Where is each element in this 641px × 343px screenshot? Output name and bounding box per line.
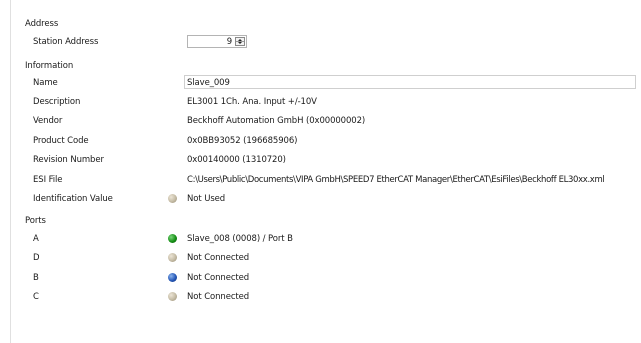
port-b-label: B <box>33 273 39 283</box>
revision-number-value: 0x00140000 (1310720) <box>187 155 286 165</box>
section-address-header: Address <box>25 19 59 29</box>
station-address-value: 9 <box>226 37 232 47</box>
circle-status-icon <box>168 234 177 243</box>
panel-left-border <box>10 0 11 343</box>
section-information-header: Information <box>25 61 74 71</box>
port-d-label: D <box>33 253 40 263</box>
info-esi-file-label: ESI File <box>33 175 63 185</box>
section-ports-header: Ports <box>25 216 46 226</box>
description-value: EL3001 1Ch. Ana. Input +/-10V <box>187 97 317 107</box>
product-code-value: 0x0BB93052 (196685906) <box>187 136 298 146</box>
info-vendor-label: Vendor <box>33 116 63 126</box>
port-a-label: A <box>33 234 39 244</box>
info-name-label: Name <box>33 78 58 88</box>
circle-status-icon <box>168 194 177 203</box>
circle-status-icon <box>168 273 177 282</box>
identification-value: Not Used <box>187 194 226 204</box>
circle-status-icon <box>168 253 177 262</box>
vendor-value: Beckhoff Automation GmbH (0x00000002) <box>187 116 366 126</box>
port-c-value: Not Connected <box>187 292 250 302</box>
chevron-down-icon[interactable] <box>238 42 242 44</box>
name-field[interactable]: Slave_009 <box>184 75 636 89</box>
info-revision-number-label: Revision Number <box>33 155 104 165</box>
info-product-code-label: Product Code <box>33 136 89 146</box>
esi-file-value: C:\Users\Public\Documents\VIPA GmbH\SPEE… <box>187 175 605 185</box>
station-address-input[interactable]: 9 <box>187 35 247 48</box>
circle-status-icon <box>168 292 177 301</box>
name-value: Slave_009 <box>187 78 230 88</box>
station-address-spinner[interactable] <box>235 37 245 46</box>
port-c-label: C <box>33 292 39 302</box>
port-d-value: Not Connected <box>187 253 250 263</box>
info-identification-value-label: Identification Value <box>33 194 113 204</box>
port-a-value: Slave_008 (0008) / Port B <box>187 234 293 244</box>
info-description-label: Description <box>33 97 81 107</box>
port-b-value: Not Connected <box>187 273 250 283</box>
station-address-label: Station Address <box>33 37 99 47</box>
